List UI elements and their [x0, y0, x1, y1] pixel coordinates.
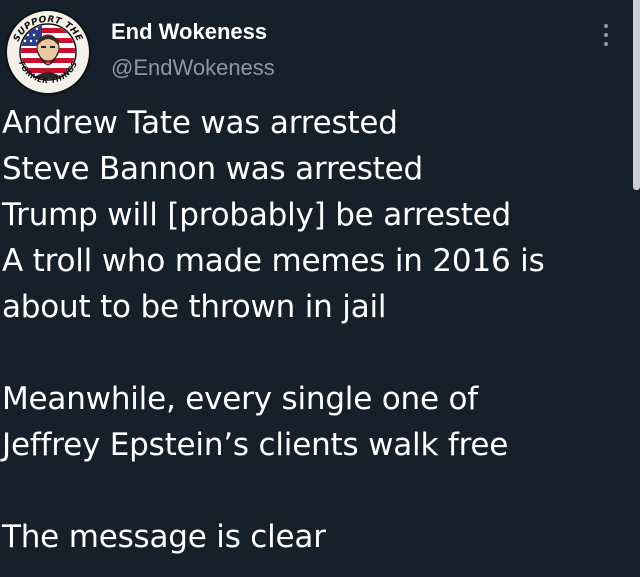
- avatar[interactable]: SUPPORT THE FORMER THINGS: [4, 8, 92, 96]
- tweet-text: Andrew Tate was arrested Steve Bannon wa…: [2, 100, 622, 560]
- tweet-line: Steve Bannon was arrested: [2, 151, 423, 187]
- handle[interactable]: @EndWokeness: [111, 54, 275, 82]
- tweet-line: Andrew Tate was arrested: [2, 105, 398, 141]
- scrollbar[interactable]: [633, 0, 640, 190]
- tweet-line: The message is clear: [2, 519, 326, 555]
- tweet: SUPPORT THE FORMER THINGS End Wokeness @…: [0, 0, 640, 577]
- tweet-line: about to be thrown in jail: [2, 289, 387, 325]
- more-vertical-icon[interactable]: [596, 18, 616, 52]
- tweet-line: Trump will [probably] be arrested: [2, 197, 512, 233]
- tweet-line: Jeffrey Epstein’s clients walk free: [2, 427, 509, 463]
- tweet-line: A troll who made memes in 2016 is: [2, 243, 545, 279]
- tweet-line: Meanwhile, every single one of: [2, 381, 478, 417]
- display-name[interactable]: End Wokeness: [111, 18, 267, 46]
